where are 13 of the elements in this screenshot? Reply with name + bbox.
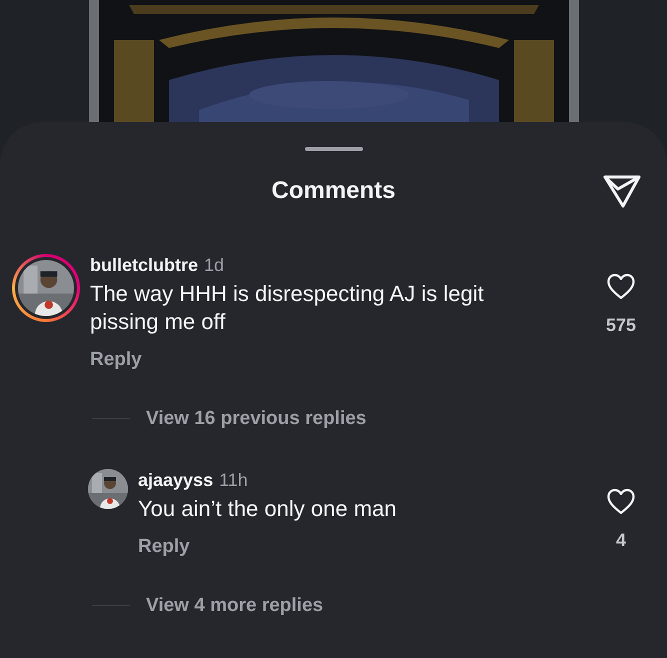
view-replies-link[interactable]: View 16 previous replies	[146, 404, 366, 433]
sheet-title: Comments	[271, 176, 396, 206]
view-replies-link[interactable]: View 4 more replies	[146, 592, 324, 620]
username[interactable]: bulletclubtre	[90, 254, 198, 276]
username[interactable]: ajaayyss	[138, 469, 214, 491]
timestamp: 1d	[204, 254, 224, 276]
comment-text: The way HHH is disrespecting AJ is legit pissing me off	[90, 280, 485, 336]
comment-text: You ain’t the only one man	[138, 495, 398, 523]
timestamp: 11h	[219, 469, 248, 491]
like-count: 4	[616, 529, 626, 552]
reply-link[interactable]: Reply	[90, 346, 142, 374]
reply-link[interactable]: Reply	[138, 533, 190, 562]
like-count: 575	[606, 314, 636, 337]
